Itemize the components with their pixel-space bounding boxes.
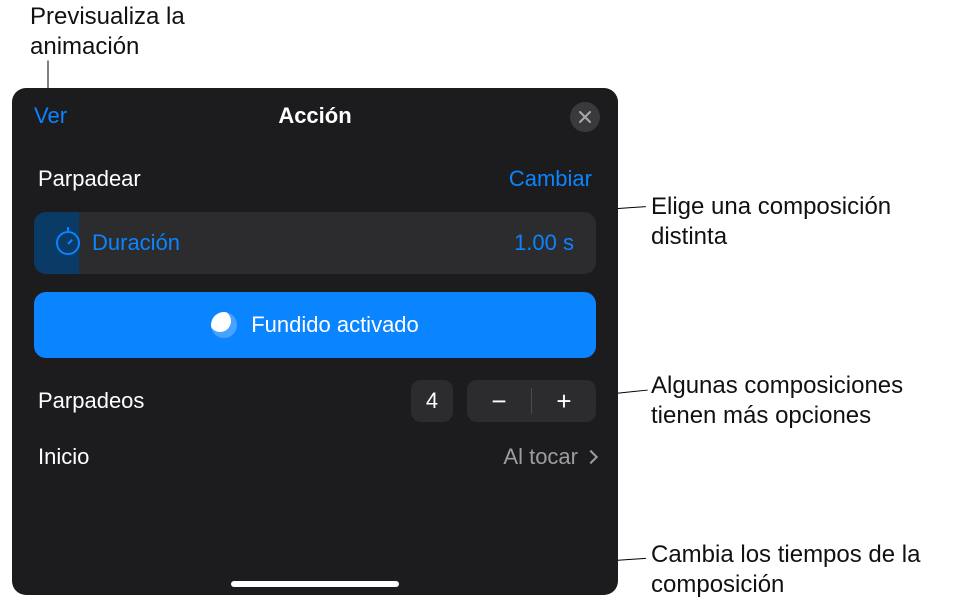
annotation-preview: Previsualiza la animación xyxy=(30,2,250,62)
blinks-row: Parpadeos 4 − + xyxy=(12,358,618,422)
blinks-value: 4 xyxy=(411,380,453,422)
blinks-stepper: − + xyxy=(467,380,596,422)
duration-card: Duración 1.00 s xyxy=(34,212,596,274)
fade-option-button[interactable]: Fundido activado xyxy=(34,292,596,358)
stopwatch-icon xyxy=(56,231,80,255)
fade-icon xyxy=(211,312,237,338)
change-effect-button[interactable]: Cambiar xyxy=(509,166,592,192)
duration-value: 1.00 s xyxy=(514,230,574,256)
start-row[interactable]: Inicio Al tocar xyxy=(12,422,618,478)
start-value: Al tocar xyxy=(503,444,578,470)
blinks-controls: 4 − + xyxy=(411,380,596,422)
fade-option-label: Fundido activado xyxy=(251,312,419,338)
start-value-group: Al tocar xyxy=(503,444,596,470)
annotation-timing: Cambia los tiempos de la composición xyxy=(651,540,972,600)
chevron-right-icon xyxy=(584,450,598,464)
close-icon xyxy=(579,111,591,123)
duration-slider[interactable]: Duración 1.00 s xyxy=(34,212,596,274)
stage: Previsualiza la animación Elige una comp… xyxy=(0,0,972,603)
home-indicator xyxy=(231,581,399,587)
blinks-label: Parpadeos xyxy=(38,388,144,414)
close-button[interactable] xyxy=(570,102,600,132)
effect-name: Parpadear xyxy=(38,166,141,192)
duration-label-group: Duración xyxy=(56,230,180,256)
increment-button[interactable]: + xyxy=(532,380,596,422)
effect-row: Parpadear Cambiar xyxy=(12,144,618,206)
action-panel: Ver Acción Parpadear Cambiar Duración 1.… xyxy=(12,88,618,595)
panel-header: Ver Acción xyxy=(12,88,618,144)
annotation-change: Elige una composición distinta xyxy=(651,192,972,252)
annotation-options: Algunas composiciones tienen más opcione… xyxy=(651,371,972,431)
preview-button[interactable]: Ver xyxy=(34,103,67,129)
decrement-button[interactable]: − xyxy=(467,380,531,422)
duration-label: Duración xyxy=(92,230,180,256)
panel-title: Acción xyxy=(278,103,351,129)
start-label: Inicio xyxy=(38,444,89,470)
